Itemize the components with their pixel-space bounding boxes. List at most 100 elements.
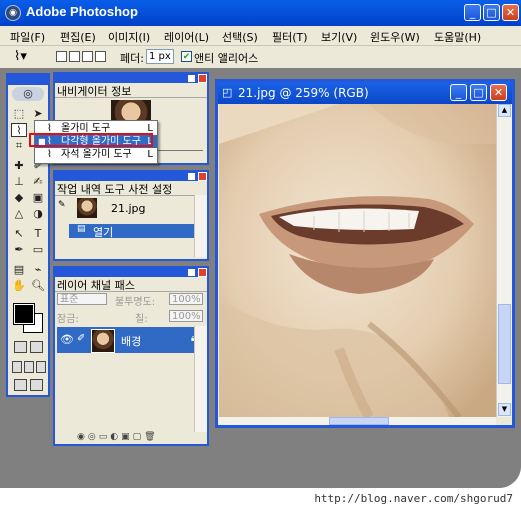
flyout-item-magnetic-lasso[interactable]: ⌇ 자석 올가미 도구 L — [35, 148, 157, 161]
fill-field[interactable]: 100% — [169, 310, 203, 322]
scroll-thumb[interactable] — [498, 304, 511, 384]
subtract-selection-icon[interactable] — [82, 51, 93, 62]
panel-minimize-icon[interactable] — [187, 268, 196, 277]
screen-mode-1-icon[interactable] — [12, 361, 22, 373]
blur-tool-icon[interactable]: △ — [11, 207, 27, 221]
menu-filter[interactable]: 필터(T) — [272, 29, 308, 45]
lasso-tool-preset-icon[interactable]: ⌇▾ — [14, 49, 34, 65]
crop-tool-icon[interactable]: ⌗ — [11, 139, 27, 153]
hand-tool-icon[interactable]: ✋ — [11, 279, 27, 293]
gradient-tool-icon[interactable]: ▣ — [30, 191, 46, 205]
menu-image[interactable]: 이미지(I) — [108, 29, 150, 45]
history-scrollbar[interactable] — [194, 195, 207, 257]
scroll-up-icon[interactable]: ▲ — [498, 104, 511, 117]
standard-mode-icon[interactable] — [14, 341, 27, 353]
feather-label: 페더: — [120, 52, 144, 65]
tab-navigator[interactable]: 내비게이터 정보 — [57, 83, 131, 99]
layer-name: 배경 — [121, 335, 142, 348]
history-panel-header — [55, 172, 207, 181]
screen-mode-3-icon[interactable] — [36, 361, 46, 373]
panel-close-icon[interactable] — [198, 74, 207, 83]
type-tool-icon[interactable]: T — [30, 227, 46, 241]
add-selection-icon[interactable] — [69, 51, 80, 62]
doc-close-button[interactable]: ✕ — [490, 84, 507, 101]
panel-close-icon[interactable] — [198, 268, 207, 277]
zoom-tool-icon[interactable]: 🔍︎ — [30, 279, 46, 293]
minimize-button[interactable]: _ — [464, 4, 481, 21]
eraser-tool-icon[interactable]: ◆ — [11, 191, 27, 205]
menu-help[interactable]: 도움말(H) — [434, 29, 481, 45]
foreground-color-swatch[interactable] — [14, 304, 34, 324]
scroll-down-icon[interactable]: ▼ — [498, 403, 511, 416]
opacity-field[interactable]: 100% — [169, 293, 203, 305]
menu-view[interactable]: 보기(V) — [321, 29, 357, 45]
close-button[interactable]: ✕ — [502, 4, 519, 21]
menu-edit[interactable]: 편집(E) — [60, 29, 96, 45]
history-brush-icon[interactable]: ✍ — [30, 175, 46, 189]
opacity-value: 100% — [172, 294, 201, 305]
flyout-shortcut: L — [147, 149, 153, 160]
antialias-checkbox[interactable]: ✔ — [181, 51, 192, 62]
fill-value: 100% — [172, 311, 201, 322]
document-title: 21.jpg @ 259% (RGB) — [238, 86, 369, 100]
lock-label: 잠금: — [57, 314, 79, 325]
doc-maximize-button[interactable]: □ — [470, 84, 487, 101]
new-selection-icon[interactable] — [56, 51, 67, 62]
hscroll-thumb[interactable] — [329, 417, 389, 425]
panel-close-icon[interactable] — [198, 172, 207, 181]
maximize-button[interactable]: □ — [483, 4, 500, 21]
panel-minimize-icon[interactable] — [187, 172, 196, 181]
clone-stamp-icon[interactable]: ⊥ — [11, 175, 27, 189]
history-state-row[interactable]: ▤ 열기 — [69, 224, 196, 239]
screen-mode-2-icon[interactable] — [24, 361, 34, 373]
navigator-panel-header — [55, 74, 207, 83]
notes-tool-icon[interactable]: ▤ — [11, 263, 27, 277]
adobe-online-icon[interactable]: ◎ — [12, 87, 44, 101]
marquee-tool-icon[interactable]: ⬚ — [11, 107, 27, 121]
blend-mode-select[interactable]: 표준 — [57, 293, 107, 305]
intersect-selection-icon[interactable] — [95, 51, 106, 62]
layers-footer-icons[interactable]: ◉◎▭◐▣▢🗑︎ — [55, 432, 207, 444]
layer-row-background[interactable]: 👁︎ ✐ 배경 🔒︎ — [57, 327, 207, 353]
antialias-label: 앤티 앨리어스 — [194, 52, 259, 65]
layers-scrollbar[interactable] — [194, 326, 207, 432]
jump-to-imageready-icon[interactable] — [14, 379, 27, 391]
menu-layer[interactable]: 레이어(L) — [164, 29, 209, 45]
lasso-tool-icon[interactable]: ⌇ — [11, 123, 27, 137]
app-title: Adobe Photoshop — [26, 4, 138, 19]
document-window: ◰ 21.jpg @ 259% (RGB) _ □ ✕ ▲ ▼ — [215, 79, 515, 428]
shape-tool-icon[interactable]: ▭ — [30, 243, 46, 257]
dodge-tool-icon[interactable]: ◑ — [30, 207, 46, 221]
opacity-label: 불투명도: — [115, 297, 156, 308]
move-tool-icon[interactable]: ➤ — [30, 107, 46, 121]
tab-history[interactable]: 작업 내역 도구 사전 설정 — [57, 181, 172, 197]
jump-to-app-icon[interactable] — [30, 379, 43, 391]
layer-thumbnail — [91, 329, 115, 353]
snapshot-name[interactable]: 21.jpg — [111, 202, 146, 215]
document-vertical-scrollbar[interactable]: ▲ ▼ — [496, 104, 512, 417]
layers-tabs: 레이어 채널 패스 — [55, 277, 207, 292]
menu-select[interactable]: 선택(S) — [222, 29, 258, 45]
document-icon: ◰ — [222, 86, 233, 99]
feather-input[interactable]: 1 px — [146, 49, 174, 64]
brush-source-icon[interactable]: ✎ — [58, 200, 70, 212]
toolbox-header — [8, 75, 48, 85]
tab-layers[interactable]: 레이어 채널 패스 — [57, 277, 135, 293]
brush-link-icon[interactable]: ✐ — [77, 333, 85, 344]
path-select-icon[interactable]: ↖ — [11, 227, 27, 241]
blog-watermark: http://blog.naver.com/shgorud7 — [314, 492, 513, 505]
doc-minimize-button[interactable]: _ — [450, 84, 467, 101]
eyedropper-icon[interactable]: ⌁ — [30, 263, 46, 277]
quickmask-mode-icon[interactable] — [30, 341, 43, 353]
document-horizontal-scrollbar[interactable] — [219, 417, 496, 425]
document-title-bar: ◰ 21.jpg @ 259% (RGB) _ □ ✕ — [218, 82, 512, 104]
pen-tool-icon[interactable]: ✒ — [11, 243, 27, 257]
history-state-label: 열기 — [93, 226, 114, 239]
image-canvas[interactable] — [219, 104, 496, 417]
eye-icon[interactable]: 👁︎ — [60, 333, 74, 346]
menu-file[interactable]: 파일(F) — [10, 29, 45, 45]
healing-brush-icon[interactable]: ✚ — [11, 159, 27, 173]
navigator-tabs: 내비게이터 정보 — [55, 83, 207, 98]
menu-window[interactable]: 윈도우(W) — [370, 29, 420, 45]
panel-minimize-icon[interactable] — [187, 74, 196, 83]
